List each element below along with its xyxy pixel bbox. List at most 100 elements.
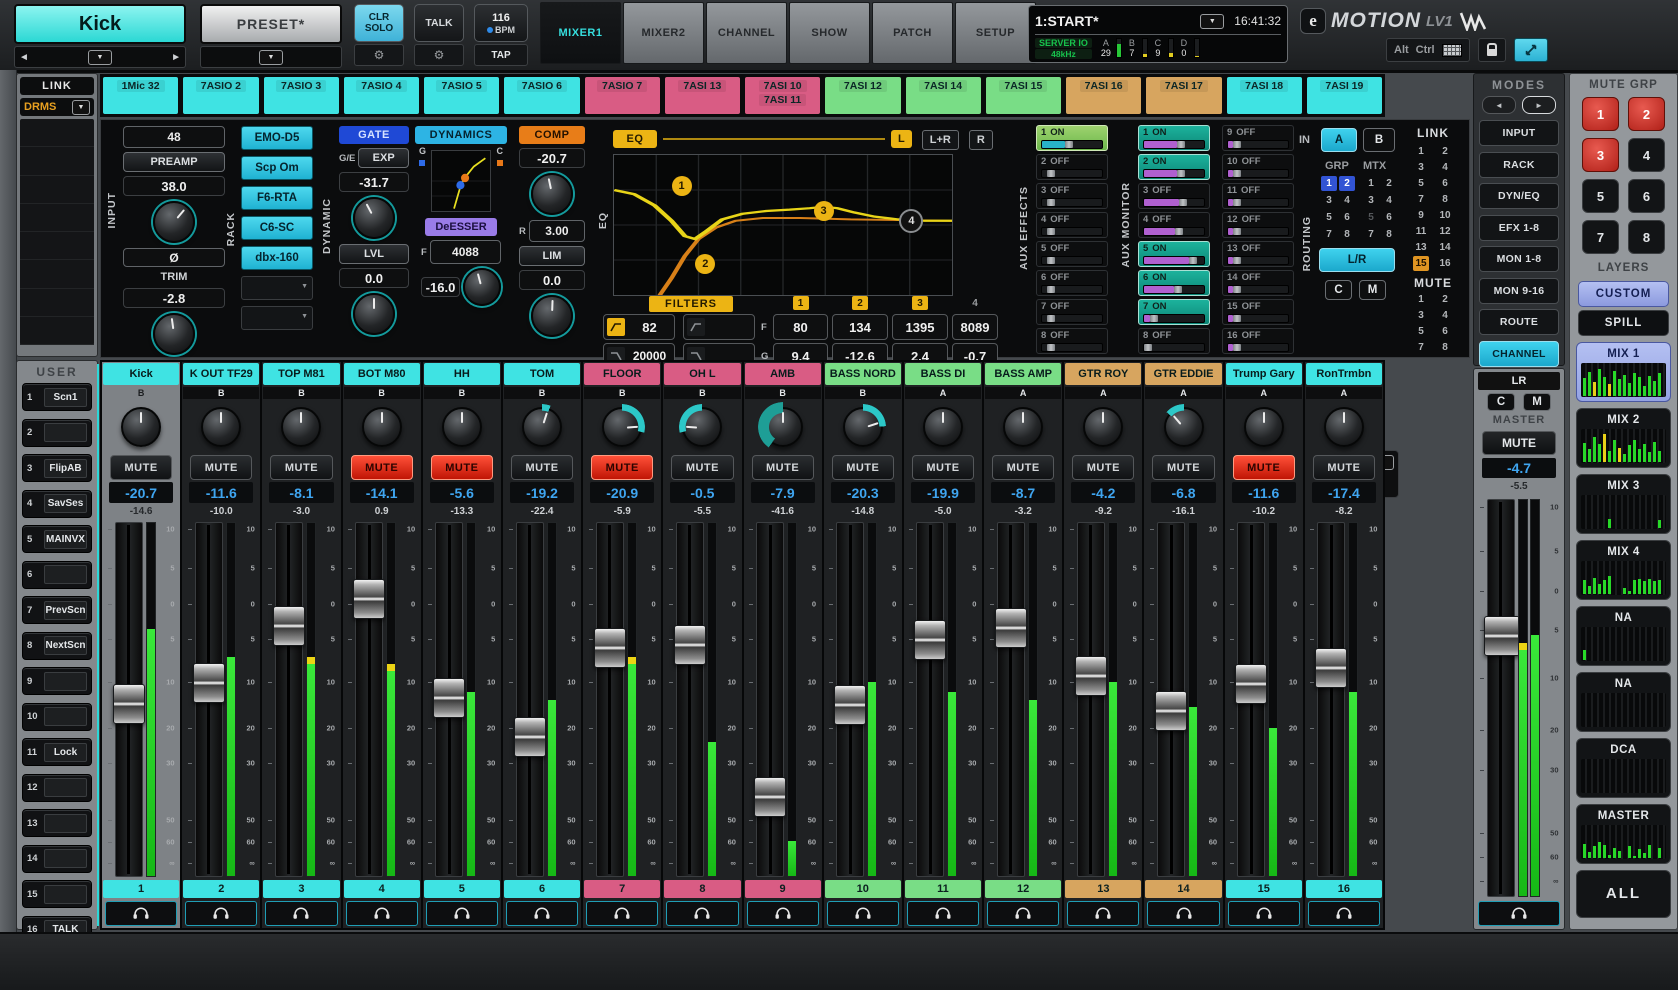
aux-send-slider[interactable] (1041, 169, 1103, 178)
comp-makeup-knob[interactable] (531, 295, 573, 337)
preamp-gain-value[interactable]: 38.0 (123, 176, 225, 196)
link-group-slot[interactable] (20, 289, 94, 317)
rack-slot-3[interactable]: F6-RTA (241, 186, 313, 210)
mutegrp-assign-8[interactable]: 8 (1437, 340, 1453, 355)
aux-send-mon-3[interactable]: 3OFF (1138, 183, 1210, 209)
aux-send-slider[interactable] (1227, 198, 1289, 207)
mtx-assign-2[interactable]: 2 (1381, 176, 1397, 191)
channel-fader-track[interactable] (916, 522, 944, 877)
pan-knob[interactable] (522, 407, 562, 447)
eq-monitor-l+r[interactable]: L+R (922, 130, 959, 150)
mode-dyn-eq[interactable]: DYN/EQ (1479, 183, 1559, 209)
aux-send-slider[interactable] (1143, 198, 1205, 207)
input-patch-1[interactable]: 1Mic 32 (102, 76, 179, 115)
headphone-button[interactable] (666, 901, 738, 926)
mute-button[interactable]: MUTE (351, 455, 413, 480)
tap-tempo-button[interactable]: TAP (474, 44, 528, 66)
pan-knob[interactable] (121, 407, 161, 447)
mtx-assign-5[interactable]: 5 (1363, 210, 1379, 225)
channel-fader-cap[interactable] (193, 663, 225, 703)
mutegrp-assign-4[interactable]: 4 (1437, 308, 1453, 323)
channel-fader-track[interactable] (516, 522, 544, 877)
channel-name[interactable]: BASS NORD (825, 363, 901, 385)
aux-send-mon-1[interactable]: 1ON (1138, 125, 1210, 151)
channel-fader-cap[interactable] (1235, 664, 1267, 704)
link-group-slot[interactable] (20, 147, 94, 175)
mute-button[interactable]: MUTE (912, 455, 974, 480)
channel-name[interactable]: BASS DI (905, 363, 981, 385)
grp-assign-6[interactable]: 6 (1339, 210, 1355, 225)
mute-button[interactable]: MUTE (1313, 455, 1375, 480)
trim-knob[interactable] (153, 313, 195, 355)
channel-name[interactable]: HH (424, 363, 500, 385)
mute-button[interactable]: MUTE (110, 455, 172, 480)
pan-knob[interactable] (923, 407, 963, 447)
aux-send-mon-6[interactable]: 6ON (1138, 270, 1210, 296)
channel-fader-track[interactable] (756, 522, 784, 877)
mute-group-1[interactable]: 1 (1582, 97, 1619, 131)
expander-button[interactable]: EXP (358, 148, 409, 168)
grp-assign-8[interactable]: 8 (1339, 227, 1355, 242)
aux-send-slider[interactable] (1041, 285, 1103, 294)
layer-custom[interactable]: CUSTOM (1578, 281, 1669, 307)
master-headphone-button[interactable] (1478, 901, 1560, 926)
channel-fader-track[interactable] (1317, 522, 1345, 877)
aux-send-mon-2[interactable]: 2ON (1138, 154, 1210, 180)
mtx-assign-4[interactable]: 4 (1381, 193, 1397, 208)
link-assign-8[interactable]: 8 (1437, 192, 1453, 207)
channel-name[interactable]: OH L (664, 363, 740, 385)
trim-value[interactable]: -2.8 (123, 288, 225, 308)
talk-settings-button[interactable]: ⚙ (414, 44, 464, 66)
aux-send-mon-5[interactable]: 5ON (1138, 241, 1210, 267)
aux-send-slider[interactable] (1227, 314, 1289, 323)
mutegrp-assign-3[interactable]: 3 (1413, 308, 1429, 323)
aux-send-slider[interactable] (1041, 314, 1103, 323)
user-button-9[interactable]: 9 (22, 667, 92, 695)
rack-slot-dropdown-icon[interactable]: ▼ (301, 313, 308, 320)
headphone-button[interactable] (426, 901, 498, 926)
mode-route[interactable]: ROUTE (1479, 309, 1559, 335)
aux-send-efx-8[interactable]: 8OFF (1036, 328, 1108, 354)
headphone-button[interactable] (907, 901, 979, 926)
tab-show[interactable]: SHOW (789, 2, 870, 64)
rack-slot-empty[interactable]: ▼ (241, 306, 313, 330)
aux-send-efx-1[interactable]: 1ON (1036, 125, 1108, 151)
mute-button[interactable]: MUTE (1152, 455, 1214, 480)
user-button-14[interactable]: 14 (22, 845, 92, 873)
input-patch-10[interactable]: 7ASI 12 (824, 76, 901, 115)
aux-send-slider[interactable] (1227, 227, 1289, 236)
channel-name[interactable]: BASS AMP (985, 363, 1061, 385)
mute-button[interactable]: MUTE (1233, 455, 1295, 480)
aux-send-hi-12[interactable]: 12OFF (1222, 212, 1294, 238)
preamp-button[interactable]: PREAMP (123, 152, 225, 172)
bpm-display[interactable]: 116 BPM (474, 4, 528, 42)
aux-send-slider[interactable] (1227, 140, 1289, 149)
input-patch-14[interactable]: 7ASI 17 (1145, 76, 1222, 115)
headphone-button[interactable] (827, 901, 899, 926)
eq-band-1-frequency[interactable]: 80 (773, 314, 828, 340)
link-assign-14[interactable]: 14 (1437, 240, 1453, 255)
channel-fader-cap[interactable] (995, 608, 1027, 648)
window-resize-button[interactable] (1514, 38, 1548, 62)
layer-spill[interactable]: SPILL (1578, 310, 1669, 336)
solo-settings-button[interactable]: ⚙ (354, 44, 404, 66)
aux-send-slider[interactable] (1227, 343, 1289, 352)
routing-cue-button[interactable]: C (1325, 280, 1352, 300)
pan-knob[interactable] (1164, 407, 1204, 447)
tab-channel[interactable]: CHANNEL (706, 2, 787, 64)
deesser-freq-value[interactable]: 4088 (430, 240, 501, 264)
phase-flip-button[interactable]: Ø (123, 248, 225, 267)
gate-threshold-knob[interactable] (353, 197, 395, 239)
layer-select-dca-6[interactable]: DCA (1576, 738, 1671, 798)
hpf-icon[interactable] (607, 318, 625, 336)
channel-name[interactable]: BOT M80 (344, 363, 420, 385)
mute-button[interactable]: MUTE (752, 455, 814, 480)
headphone-button[interactable] (185, 901, 257, 926)
preset-display[interactable]: PRESET* (200, 4, 342, 44)
headphone-button[interactable] (586, 901, 658, 926)
pan-knob[interactable] (843, 407, 883, 447)
mute-group-5[interactable]: 5 (1582, 179, 1619, 213)
eq-band-marker-2[interactable]: 2 (695, 254, 715, 274)
input-patch-2[interactable]: 7ASIO 2 (182, 76, 259, 115)
preset-dropdown-button[interactable]: ▼ (259, 50, 283, 65)
